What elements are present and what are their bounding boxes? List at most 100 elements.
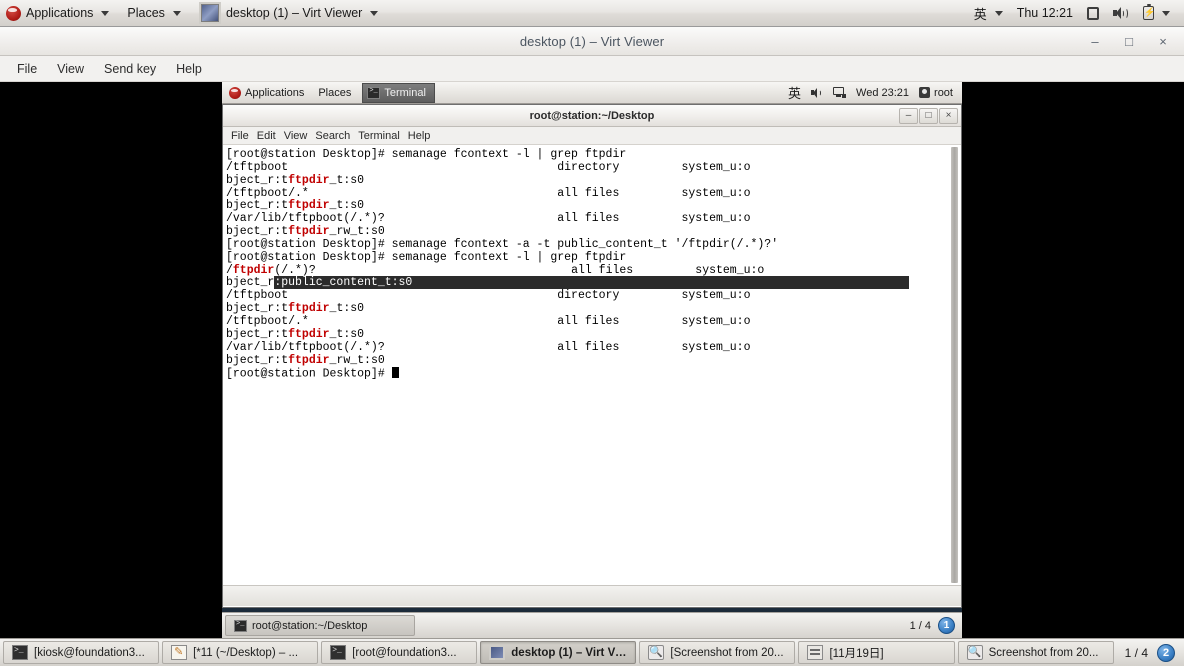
- host-bottom-panel: [kiosk@foundation3... [*11 (~/Desktop) – …: [0, 638, 1184, 666]
- host-applications-label: Applications: [26, 6, 94, 20]
- guest-workspace-badge[interactable]: 1: [938, 617, 955, 634]
- guest-user-label: root: [934, 86, 953, 99]
- terminal-icon: [330, 645, 347, 660]
- terminal-menu-terminal[interactable]: Terminal: [358, 130, 408, 142]
- terminal-line: bject_r:tftpdir_t:s0: [226, 173, 365, 187]
- guest-network-indicator[interactable]: [828, 82, 851, 103]
- maximize-button[interactable]: □: [1122, 35, 1136, 48]
- terminal-menu-file[interactable]: File: [231, 130, 257, 142]
- redhat-logo-icon: [229, 86, 241, 99]
- host-top-panel-tray: 英 Thu 12:21: [967, 1, 1184, 26]
- host-places-menu[interactable]: Places: [118, 1, 190, 26]
- ime-label: 英: [973, 7, 987, 23]
- terminal-line: /tftpboot/.* all files system_u:o: [226, 314, 751, 328]
- guest-taskbar-item-label: root@station:~/Desktop: [252, 619, 368, 632]
- minimize-button[interactable]: –: [1088, 35, 1102, 48]
- terminal-selection: :public_content_t:s0: [274, 276, 910, 290]
- guest-top-panel: Applications Places Terminal 英: [222, 82, 962, 104]
- host-taskbar-item[interactable]: [*11 (~/Desktop) – ...: [162, 641, 319, 664]
- guest-places-menu[interactable]: Places: [311, 82, 358, 103]
- terminal-statusbar: [223, 585, 961, 606]
- terminal-line: [root@station Desktop]# semanage fcontex…: [226, 148, 627, 161]
- volume-icon: [811, 87, 823, 98]
- terminal-menu-edit[interactable]: Edit: [257, 130, 284, 142]
- host-taskbar-list: [kiosk@foundation3... [*11 (~/Desktop) – …: [3, 641, 1114, 664]
- host-taskbar-item-label: [kiosk@foundation3...: [34, 646, 145, 659]
- virt-viewer-titlebar[interactable]: desktop (1) – Virt Viewer – □ ×: [0, 27, 1184, 56]
- menu-file[interactable]: File: [7, 59, 47, 79]
- close-button[interactable]: ×: [1156, 35, 1170, 48]
- virt-viewer-canvas[interactable]: Applications Places Terminal 英: [0, 82, 1184, 638]
- host-desktop: Applications Places desktop (1) – Virt V…: [0, 0, 1184, 666]
- guest-top-panel-tray: 英 Wed 23:21 root: [783, 82, 962, 103]
- guest-workspace-switcher[interactable]: 1 / 4 1: [910, 617, 959, 634]
- guest-active-window-label: Terminal: [384, 86, 426, 99]
- screen-icon: [1087, 6, 1099, 20]
- guest-applications-menu[interactable]: Applications: [222, 82, 311, 103]
- host-battery-indicator[interactable]: [1136, 1, 1177, 26]
- menu-send-key[interactable]: Send key: [94, 59, 166, 79]
- battery-icon: [1143, 3, 1154, 20]
- guest-taskbar-item-terminal[interactable]: root@station:~/Desktop: [225, 615, 415, 636]
- window-thumbnail-icon: [198, 2, 221, 24]
- terminal-output[interactable]: [root@station Desktop]# semanage fcontex…: [223, 145, 961, 585]
- guest-volume-indicator[interactable]: [806, 82, 828, 103]
- host-taskbar-item[interactable]: Screenshot from 20...: [957, 641, 1114, 664]
- host-taskbar-item[interactable]: [11月19日]: [798, 641, 955, 664]
- host-top-panel: Applications Places desktop (1) – Virt V…: [0, 0, 1184, 27]
- host-input-method-indicator[interactable]: 英: [967, 1, 1010, 26]
- redhat-logo-icon: [6, 5, 21, 21]
- terminal-line: /tftpboot directory system_u:o: [226, 160, 751, 174]
- host-taskbar-item[interactable]: [kiosk@foundation3...: [3, 641, 160, 664]
- guest-clock[interactable]: Wed 23:21: [851, 82, 914, 103]
- host-taskbar-item-label: Screenshot from 20...: [988, 646, 1099, 659]
- host-taskbar-item[interactable]: desktop (1) – Virt Vi...: [480, 641, 637, 664]
- terminal-icon: [12, 645, 28, 660]
- terminal-scrollbar-thumb[interactable]: [951, 147, 958, 583]
- terminal-menu-view[interactable]: View: [284, 130, 316, 142]
- terminal-cursor: [391, 367, 399, 379]
- guest-active-window-button[interactable]: Terminal: [362, 82, 435, 103]
- terminal-window-controls: – □ ×: [899, 107, 961, 124]
- virt-viewer-title: desktop (1) – Virt Viewer: [519, 33, 665, 49]
- user-icon: [919, 87, 931, 98]
- grep-match: ftpdir: [288, 302, 330, 316]
- grep-match: ftpdir: [288, 199, 330, 213]
- host-clock[interactable]: Thu 12:21: [1010, 1, 1080, 26]
- host-clock-label: Thu 12:21: [1016, 6, 1073, 20]
- menu-view[interactable]: View: [47, 59, 94, 79]
- host-window-menu[interactable]: desktop (1) – Virt Viewer: [190, 1, 387, 26]
- terminal-close-button[interactable]: ×: [939, 107, 958, 124]
- guest-bottom-panel: root@station:~/Desktop 1 / 4 1: [222, 612, 962, 638]
- terminal-line: /var/lib/tftpboot(/.*)? all files system…: [226, 340, 751, 354]
- host-volume-indicator[interactable]: [1106, 1, 1136, 26]
- guest-places-label: Places: [318, 86, 352, 99]
- guest-desktop: Applications Places Terminal 英: [222, 82, 962, 638]
- terminal-title: root@station:~/Desktop: [529, 109, 655, 122]
- host-applications-menu[interactable]: Applications: [0, 1, 118, 26]
- screenshot-icon: [648, 645, 665, 660]
- archive-icon: [807, 645, 824, 660]
- virt-viewer-window: desktop (1) – Virt Viewer – □ × File Vie…: [0, 27, 1184, 638]
- terminal-minimize-button[interactable]: –: [899, 107, 918, 124]
- terminal-scrollbar[interactable]: [950, 147, 959, 583]
- terminal-menu-help[interactable]: Help: [408, 130, 439, 142]
- host-taskbar-item[interactable]: [root@foundation3...: [321, 641, 478, 664]
- host-taskbar-item[interactable]: [Screenshot from 20...: [639, 641, 796, 664]
- host-taskbar-item-label: [Screenshot from 20...: [670, 646, 784, 659]
- terminal-menu-search[interactable]: Search: [315, 130, 358, 142]
- menu-help[interactable]: Help: [166, 59, 212, 79]
- network-icon: [833, 87, 847, 98]
- host-workspace-switcher[interactable]: 1 / 4 2: [1117, 643, 1181, 662]
- host-taskbar-item-label: [*11 (~/Desktop) – ...: [193, 646, 299, 659]
- host-screen-indicator[interactable]: [1080, 1, 1106, 26]
- terminal-icon: [367, 86, 381, 99]
- guest-input-method-indicator[interactable]: 英: [783, 82, 806, 103]
- terminal-line: bject_r:tftpdir_rw_t:s0: [226, 353, 385, 367]
- terminal-titlebar[interactable]: root@station:~/Desktop – □ ×: [223, 105, 961, 127]
- host-places-label: Places: [127, 6, 165, 20]
- terminal-maximize-button[interactable]: □: [919, 107, 938, 124]
- host-workspace-badge[interactable]: 2: [1157, 643, 1175, 662]
- virt-viewer-window-controls: – □ ×: [1088, 35, 1184, 48]
- guest-user-menu[interactable]: root: [914, 82, 958, 103]
